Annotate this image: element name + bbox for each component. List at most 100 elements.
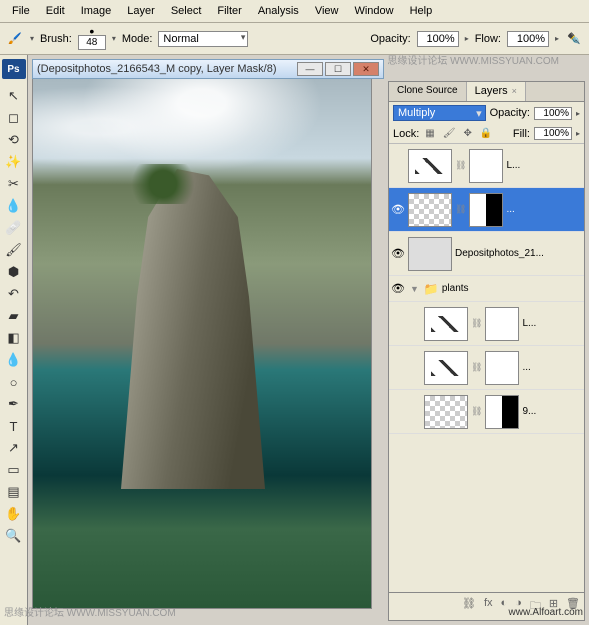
layer-thumbnail[interactable] [408,237,452,271]
close-button[interactable]: ✕ [353,62,379,76]
lock-paint-icon[interactable]: 🖌 [441,128,458,139]
status-bar: www.Alfoart.com [509,603,583,621]
pen-tool-icon[interactable]: ✒ [2,393,26,415]
fx-icon[interactable]: fx [484,597,493,616]
visibility-toggle[interactable]: 👁 [391,282,405,295]
blur-tool-icon[interactable]: 💧 [2,349,26,371]
brush-tool-icon[interactable]: 🖌 [2,239,26,261]
heal-tool-icon[interactable]: 🩹 [2,217,26,239]
wand-tool-icon[interactable]: ✨ [2,151,26,173]
stamp-tool-icon[interactable]: ⬢ [2,261,26,283]
layer-group-row[interactable]: 👁 ▼ 📁 plants [389,276,584,302]
layer-row[interactable]: ⛓ 9... [389,390,584,434]
tab-clone-source[interactable]: Clone Source [389,82,467,101]
document-window: (Depositphotos_2166543_M copy, Layer Mas… [32,59,384,621]
path-tool-icon[interactable]: ↗ [2,437,26,459]
opacity-input[interactable]: 100% [417,31,459,47]
menu-analysis[interactable]: Analysis [250,2,307,20]
layer-row[interactable]: ⛓ L... [389,302,584,346]
document-titlebar[interactable]: (Depositphotos_2166543_M copy, Layer Mas… [32,59,384,79]
flow-arrow-icon[interactable]: ▸ [555,34,559,43]
mode-label: Mode: [122,33,153,45]
layer-row[interactable]: ⛓ ... [389,346,584,390]
layer-row[interactable]: 👁 Depositphotos_21... [389,232,584,276]
layer-thumbnail[interactable] [424,351,468,385]
dodge-tool-icon[interactable]: ○ [2,371,26,393]
tab-layers[interactable]: Layers× [467,82,526,101]
zoom-tool-icon[interactable]: 🔍 [2,525,26,547]
tools-palette: Ps ↖ ◻ ⟲ ✨ ✂ 💧 🩹 🖌 ⬢ ↶ ▰ ◧ 💧 ○ ✒ T ↗ ▭ ▤… [0,55,28,625]
layer-name[interactable]: L... [522,318,582,329]
lock-transparency-icon[interactable]: ▦ [423,128,436,139]
layer-thumbnail[interactable] [424,307,468,341]
layer-thumbnail[interactable] [408,193,452,227]
brush-preset-arrow-icon[interactable]: ▾ [30,34,34,43]
notes-tool-icon[interactable]: ▤ [2,481,26,503]
brush-size-arrow-icon[interactable]: ▾ [112,34,116,43]
shape-tool-icon[interactable]: ▭ [2,459,26,481]
watermark-bottom: 思缘设计论坛 WWW.MISSYUAN.COM [4,604,176,619]
menu-help[interactable]: Help [402,2,441,20]
layer-opacity-input[interactable]: 100% [534,107,572,120]
close-tab-icon[interactable]: × [512,86,517,96]
layers-panel: Clone Source Layers× Multiply Opacity: 1… [388,81,585,621]
mask-thumbnail[interactable] [485,351,519,385]
lock-position-icon[interactable]: ✥ [461,128,473,139]
brush-label: Brush: [40,33,72,45]
type-tool-icon[interactable]: T [2,415,26,437]
eyedropper-tool-icon[interactable]: 💧 [2,195,26,217]
layer-row[interactable]: 👁 ⛓ ... [389,188,584,232]
photoshop-logo-icon[interactable]: Ps [2,59,26,79]
menu-window[interactable]: Window [346,2,401,20]
mask-thumbnail[interactable] [485,395,519,429]
layer-name[interactable]: 9... [522,406,582,417]
fill-slider-icon[interactable]: ▸ [576,129,580,138]
mask-thumbnail[interactable] [469,149,503,183]
opacity-arrow-icon[interactable]: ▸ [465,34,469,43]
layer-name[interactable]: ... [506,204,582,215]
layer-name[interactable]: ... [522,362,582,373]
crop-tool-icon[interactable]: ✂ [2,173,26,195]
options-bar: 🖌️ ▾ Brush: • 48 ▾ Mode: Normal Opacity:… [0,23,589,55]
layer-name[interactable]: L... [506,160,582,171]
menu-image[interactable]: Image [73,2,120,20]
menu-layer[interactable]: Layer [119,2,163,20]
layer-thumbnail[interactable] [408,149,452,183]
opacity-slider-icon[interactable]: ▸ [576,109,580,118]
flow-input[interactable]: 100% [507,31,549,47]
mask-thumbnail[interactable] [469,193,503,227]
brush-size[interactable]: 48 [78,35,106,50]
maximize-button[interactable]: ☐ [325,62,351,76]
eraser-tool-icon[interactable]: ▰ [2,305,26,327]
menu-file[interactable]: File [4,2,38,20]
lock-all-icon[interactable]: 🔒 [478,128,494,139]
flow-label: Flow: [475,33,501,45]
expand-arrow-icon[interactable]: ▼ [408,284,421,294]
minimize-button[interactable]: — [297,62,323,76]
canvas[interactable] [32,79,372,609]
visibility-toggle[interactable]: 👁 [391,203,405,216]
menu-filter[interactable]: Filter [209,2,249,20]
menu-select[interactable]: Select [163,2,210,20]
hand-tool-icon[interactable]: ✋ [2,503,26,525]
mode-select[interactable]: Normal [158,31,248,47]
marquee-tool-icon[interactable]: ◻ [2,107,26,129]
airbrush-icon[interactable]: ✒️ [565,30,583,48]
mask-icon[interactable]: ◐ [501,597,508,616]
menu-edit[interactable]: Edit [38,2,73,20]
layer-thumbnail[interactable] [424,395,468,429]
layer-name[interactable]: plants [442,283,582,294]
menu-view[interactable]: View [307,2,347,20]
lasso-tool-icon[interactable]: ⟲ [2,129,26,151]
layer-row[interactable]: ⛓ L... [389,144,584,188]
visibility-toggle[interactable]: 👁 [391,247,405,260]
move-tool-icon[interactable]: ↖ [2,85,26,107]
mask-thumbnail[interactable] [485,307,519,341]
fill-input[interactable]: 100% [534,127,572,140]
layer-name[interactable]: Depositphotos_21... [455,248,582,259]
history-brush-tool-icon[interactable]: ↶ [2,283,26,305]
link-layers-icon[interactable]: ⛓ [462,597,476,616]
brush-tool-icon[interactable]: 🖌️ [6,30,24,48]
gradient-tool-icon[interactable]: ◧ [2,327,26,349]
blend-mode-select[interactable]: Multiply [393,105,486,121]
